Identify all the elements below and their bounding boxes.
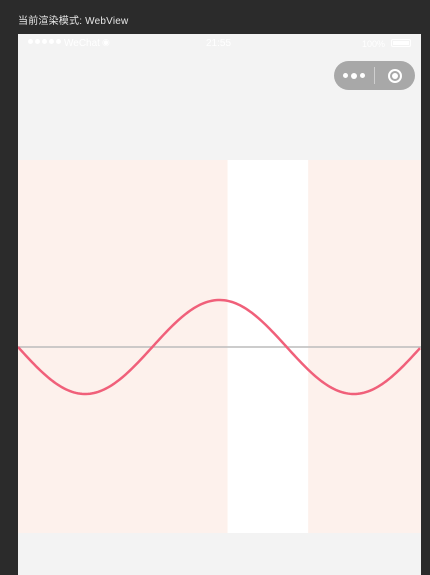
render-mode-label: 当前渲染模式: WebView [18,16,129,27]
status-bar: WeChat ◉ 21:55 100% [18,34,421,54]
carrier-name: WeChat [64,38,100,49]
target-circle-icon [388,68,402,83]
wifi-icon: ◉ [102,37,110,47]
clock: 21:55 [206,38,232,49]
battery-percent: 100% [361,39,385,49]
more-dots-icon[interactable] [334,61,374,90]
battery-icon [391,39,411,47]
phone-screen: WeChat ◉ 21:55 100% [18,34,421,575]
signal-strength-icon [28,39,61,44]
mini-program-capsule [334,61,415,90]
close-mini-program-button[interactable] [375,61,415,90]
wave-canvas [18,160,421,533]
wave-chart [18,160,421,533]
